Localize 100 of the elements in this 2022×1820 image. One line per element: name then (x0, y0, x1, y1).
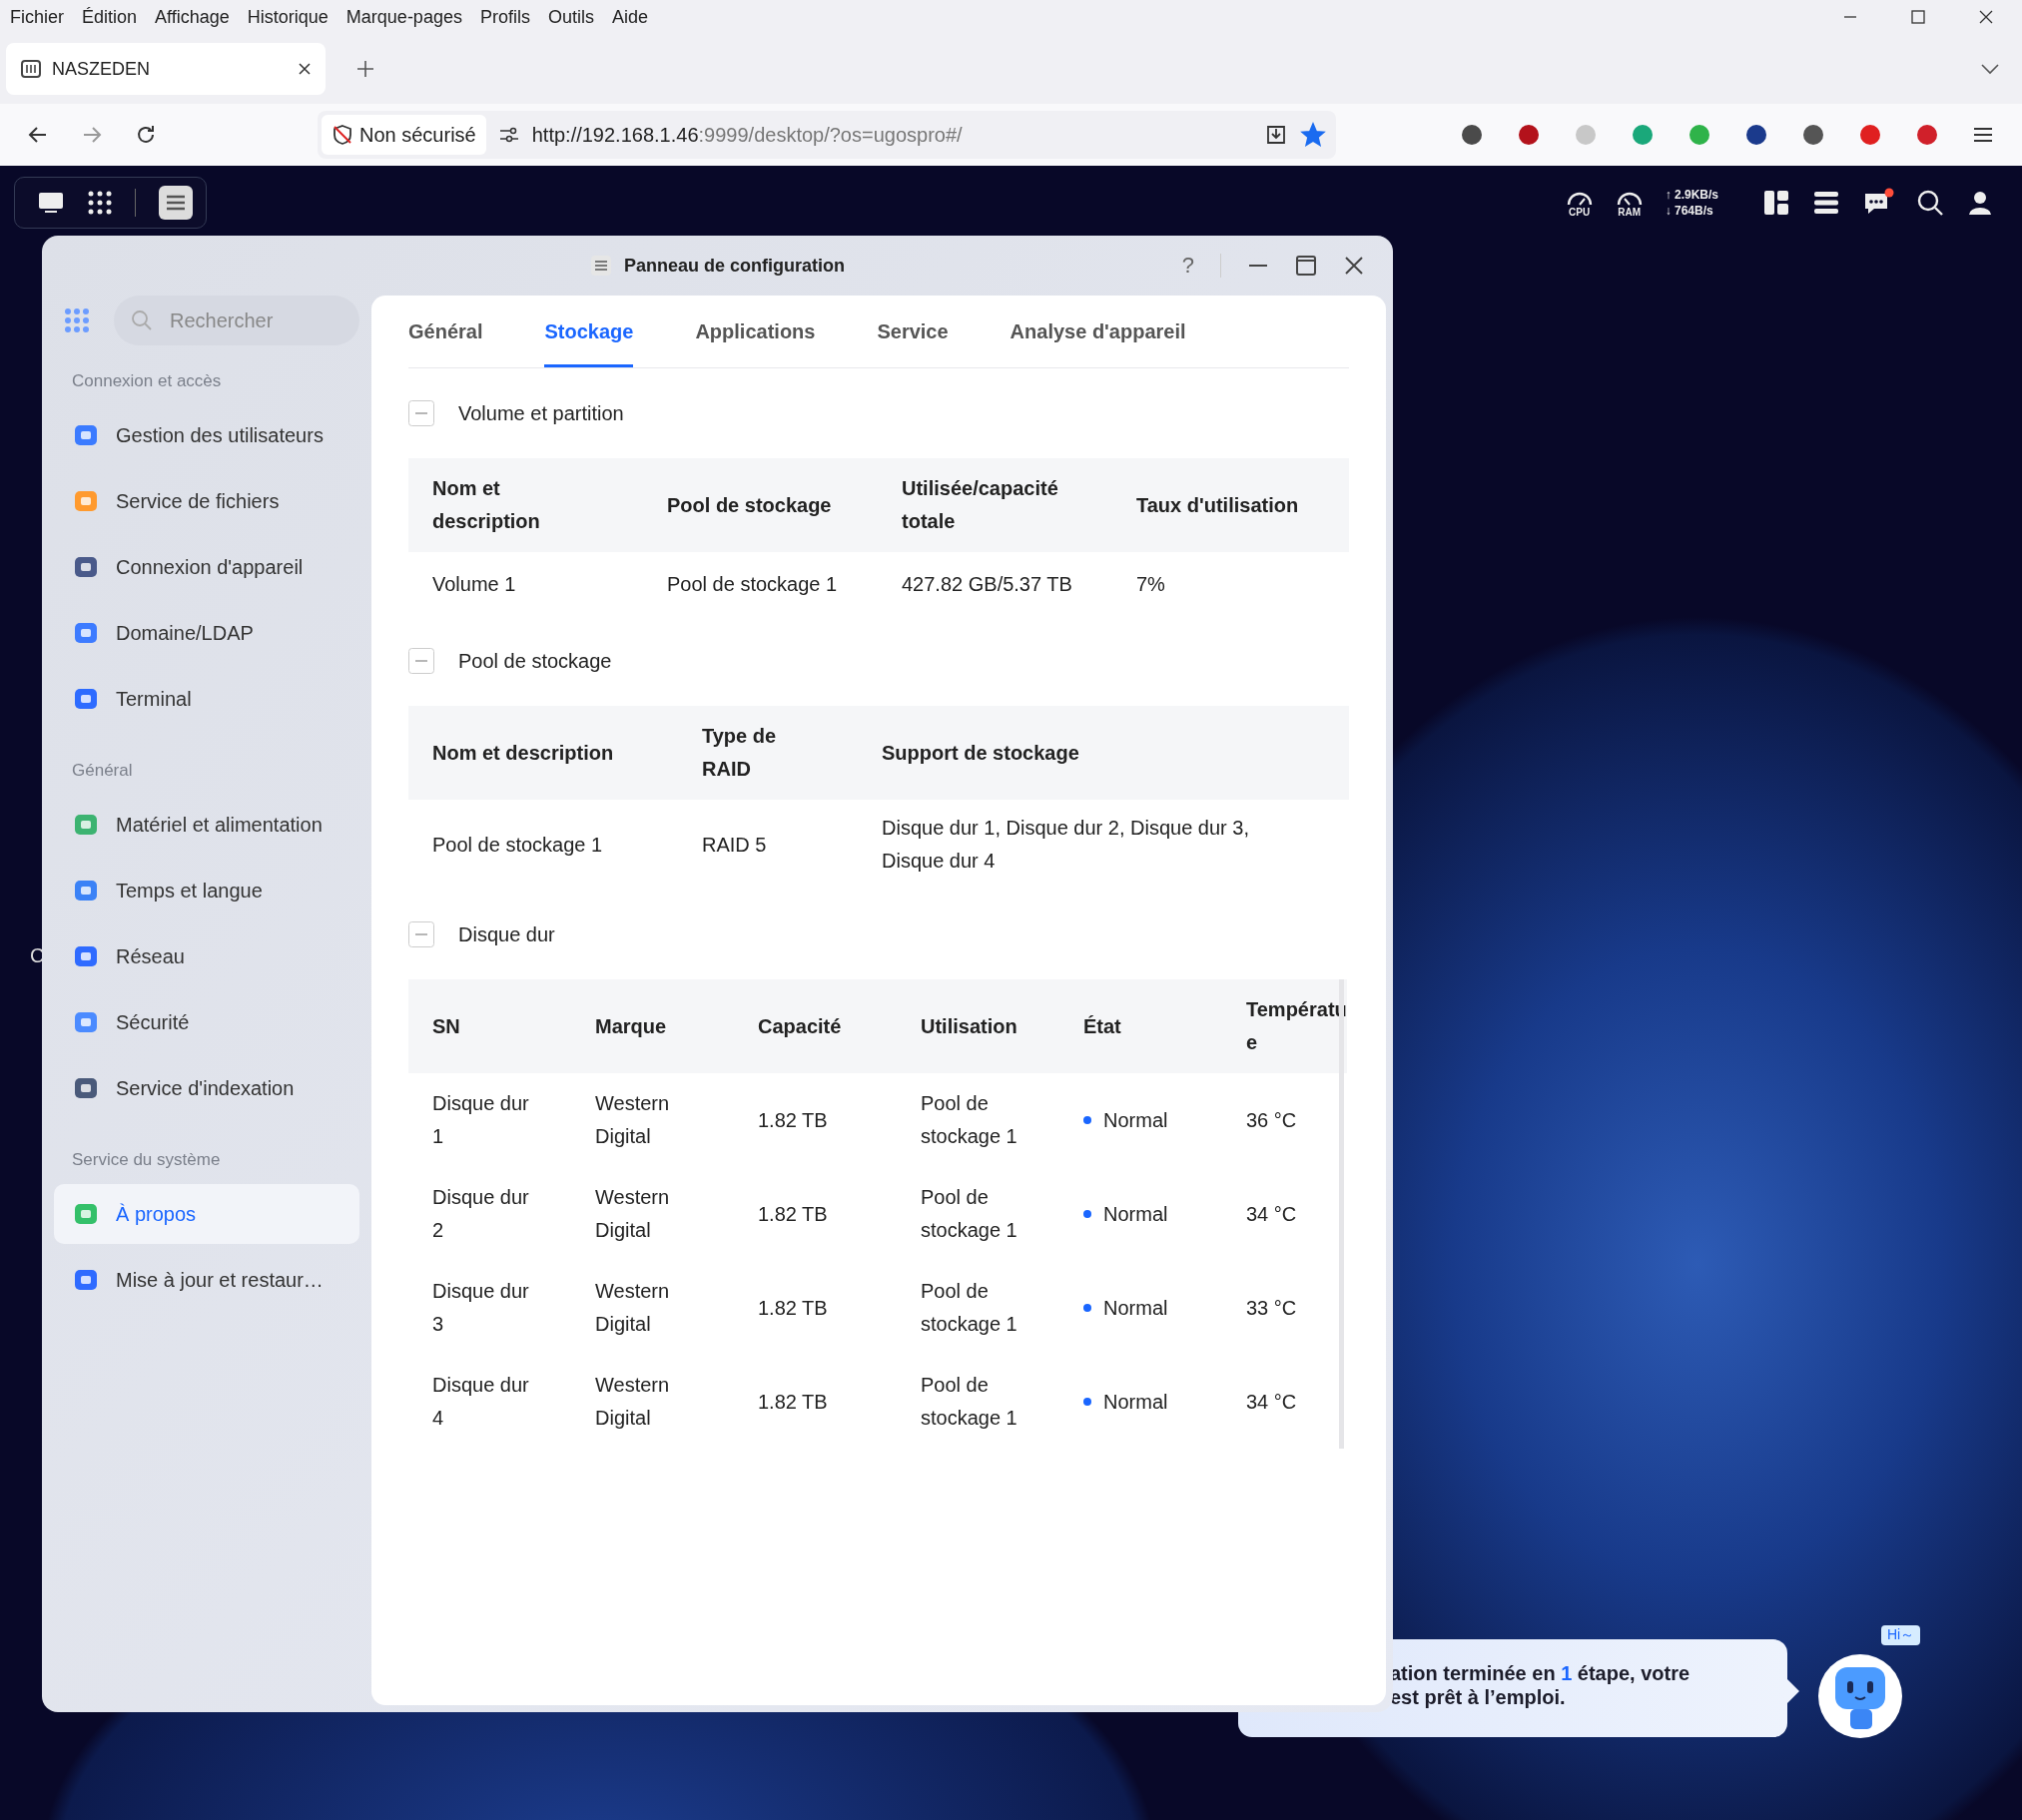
sidebar-item[interactable]: Service d'indexation (54, 1058, 359, 1118)
robot-mascot-icon[interactable] (1817, 1653, 1903, 1739)
download-speed: ↓ 764B/s (1665, 203, 1714, 219)
table-cell-text: 427.82 GB/5.37 TB (901, 571, 1073, 597)
table-cell-text: Disque dur 3 (431, 1279, 530, 1337)
menu-item[interactable]: Édition (82, 6, 138, 28)
group-title: Connexion et accès (71, 370, 223, 392)
column-header: Pool de stockage (643, 458, 878, 552)
menu-item[interactable]: Outils (547, 6, 594, 28)
maximize-icon[interactable] (1910, 9, 1926, 25)
table-cell-text: 33 °C (1245, 1295, 1298, 1321)
table-cell-text: 1.82 TB (757, 1201, 829, 1227)
column-header: Nom et description (408, 458, 643, 552)
table-cell-text: RAID 5 (701, 832, 768, 858)
status-text: Normal (1103, 1201, 1168, 1227)
desktop-icon[interactable] (37, 191, 65, 215)
sidebar-item[interactable]: Réseau (54, 926, 359, 986)
sidebar-item[interactable]: Gestion des utilisateurs (54, 405, 359, 465)
table-cell-text: Pool de stockage 1 (920, 1091, 1018, 1149)
user-icon[interactable] (1966, 189, 1994, 217)
tab[interactable]: Analyse d'appareil (1010, 296, 1186, 367)
menu-item[interactable]: Historique (247, 6, 329, 28)
tab[interactable]: Général (408, 296, 483, 367)
security-indicator[interactable]: Non sécurisé (322, 115, 486, 155)
browser-tab[interactable]: NASZEDEN (6, 43, 326, 95)
apps-grid-icon[interactable] (87, 190, 113, 216)
extension-icon[interactable] (1744, 123, 1768, 147)
tab[interactable]: Applications (695, 296, 816, 367)
sidebar-item[interactable]: Terminal (54, 669, 359, 729)
sidebar-item[interactable]: Matériel et alimentation (54, 795, 359, 855)
download-icon[interactable] (1264, 123, 1288, 147)
menu-item[interactable]: Marque-pages (345, 6, 462, 28)
tab[interactable]: Stockage (544, 296, 634, 367)
help-button[interactable]: ? (1181, 253, 1194, 279)
table-cell-text: Pool de stockage 1 (666, 571, 839, 597)
url-text[interactable]: http://192.168.1.46:9999/desktop/?os=ugospro#/ (531, 123, 1252, 147)
table-cell-text: 34 °C (1245, 1389, 1298, 1415)
extension-icon[interactable] (1915, 123, 1939, 147)
menu-item[interactable]: Aide (611, 6, 648, 28)
column-header: Taux d'utilisation (1112, 458, 1349, 552)
extension-icon[interactable] (1858, 123, 1882, 147)
star-icon[interactable] (1300, 122, 1326, 148)
table-cell-text: Volume 1 (431, 571, 517, 597)
close-icon[interactable] (1343, 255, 1365, 277)
sidebar-item[interactable]: À propos (54, 1184, 359, 1244)
sidebar-item[interactable]: Sécurité (54, 992, 359, 1052)
table-cell-text: Disque dur 1, Disque dur 2, Disque dur 3, Disque dur 4 (881, 816, 1250, 874)
extension-icon[interactable] (1460, 123, 1484, 147)
status-text: Normal (1103, 1295, 1168, 1321)
control-panel-icon (590, 255, 612, 277)
column-header: État (1059, 979, 1222, 1073)
group-title: Général (71, 760, 134, 782)
search-field[interactable]: Rechercher (114, 296, 359, 345)
table-cell-text: Disque dur 2 (431, 1185, 530, 1243)
table-cell-text: 36 °C (1245, 1107, 1298, 1133)
search-icon[interactable] (1916, 189, 1944, 217)
tab[interactable]: Service (877, 296, 949, 367)
table-cell-text: 1.82 TB (757, 1107, 829, 1133)
table-cell-text: 7% (1135, 571, 1166, 597)
permissions-icon[interactable] (497, 127, 520, 143)
sidebar-item[interactable]: Mise à jour et restaur… (54, 1250, 359, 1310)
task-list-icon[interactable] (1812, 189, 1840, 217)
chevron-down-icon[interactable] (1980, 63, 2000, 75)
column-header: Type de RAID (678, 706, 858, 800)
close-icon[interactable] (1978, 9, 1994, 25)
menu-item[interactable]: Affichage (155, 6, 230, 28)
menu-item[interactable]: Fichier (10, 6, 64, 28)
column-header: Support de stockage (858, 706, 1349, 800)
message-text: ation terminée en 1 étape, votre est prêt à l’emploi. (1390, 1661, 1691, 1709)
close-icon[interactable] (298, 62, 312, 76)
column-header: Températu e (1222, 979, 1347, 1073)
control-panel-icon[interactable] (158, 185, 194, 221)
table-cell-text: Western Digital (594, 1279, 671, 1337)
table-cell-text: Pool de stockage 1 (920, 1373, 1018, 1431)
menu-icon[interactable] (1972, 125, 1994, 145)
table-cell-text: Pool de stockage 1 (920, 1185, 1018, 1243)
collapse-toggle[interactable] (408, 648, 434, 674)
extension-icon[interactable] (1801, 123, 1825, 147)
table-cell-text: Pool de stockage 1 (431, 832, 604, 858)
table-cell-text: 1.82 TB (757, 1295, 829, 1321)
column-header: Utilisée/capacité totale (878, 458, 1112, 552)
sidebar-item[interactable]: Connexion d'appareil (54, 537, 359, 597)
sidebar-item[interactable]: Domaine/LDAP (54, 603, 359, 663)
column-header: Capacité (734, 979, 897, 1073)
sidebar-item[interactable]: Service de fichiers (54, 471, 359, 531)
widgets-icon[interactable] (1762, 189, 1790, 217)
table-cell-text: Disque dur 1 (431, 1091, 530, 1149)
maximize-icon[interactable] (1295, 255, 1317, 277)
collapse-toggle[interactable] (408, 400, 434, 426)
collapse-toggle[interactable] (408, 921, 434, 947)
sidebar-item[interactable]: Temps et langue (54, 861, 359, 920)
new-tab-icon[interactable] (355, 59, 375, 79)
section-title: Pool de stockage (458, 649, 612, 673)
table-cell-text: 1.82 TB (757, 1389, 829, 1415)
extension-icon[interactable] (1517, 123, 1541, 147)
menu-item[interactable]: Profils (479, 6, 530, 28)
upload-speed: ↑ 2.9KB/s (1665, 187, 1718, 203)
group-title: Service du système (71, 1149, 222, 1171)
status-text: Normal (1103, 1107, 1168, 1133)
status-text: Normal (1103, 1389, 1168, 1415)
